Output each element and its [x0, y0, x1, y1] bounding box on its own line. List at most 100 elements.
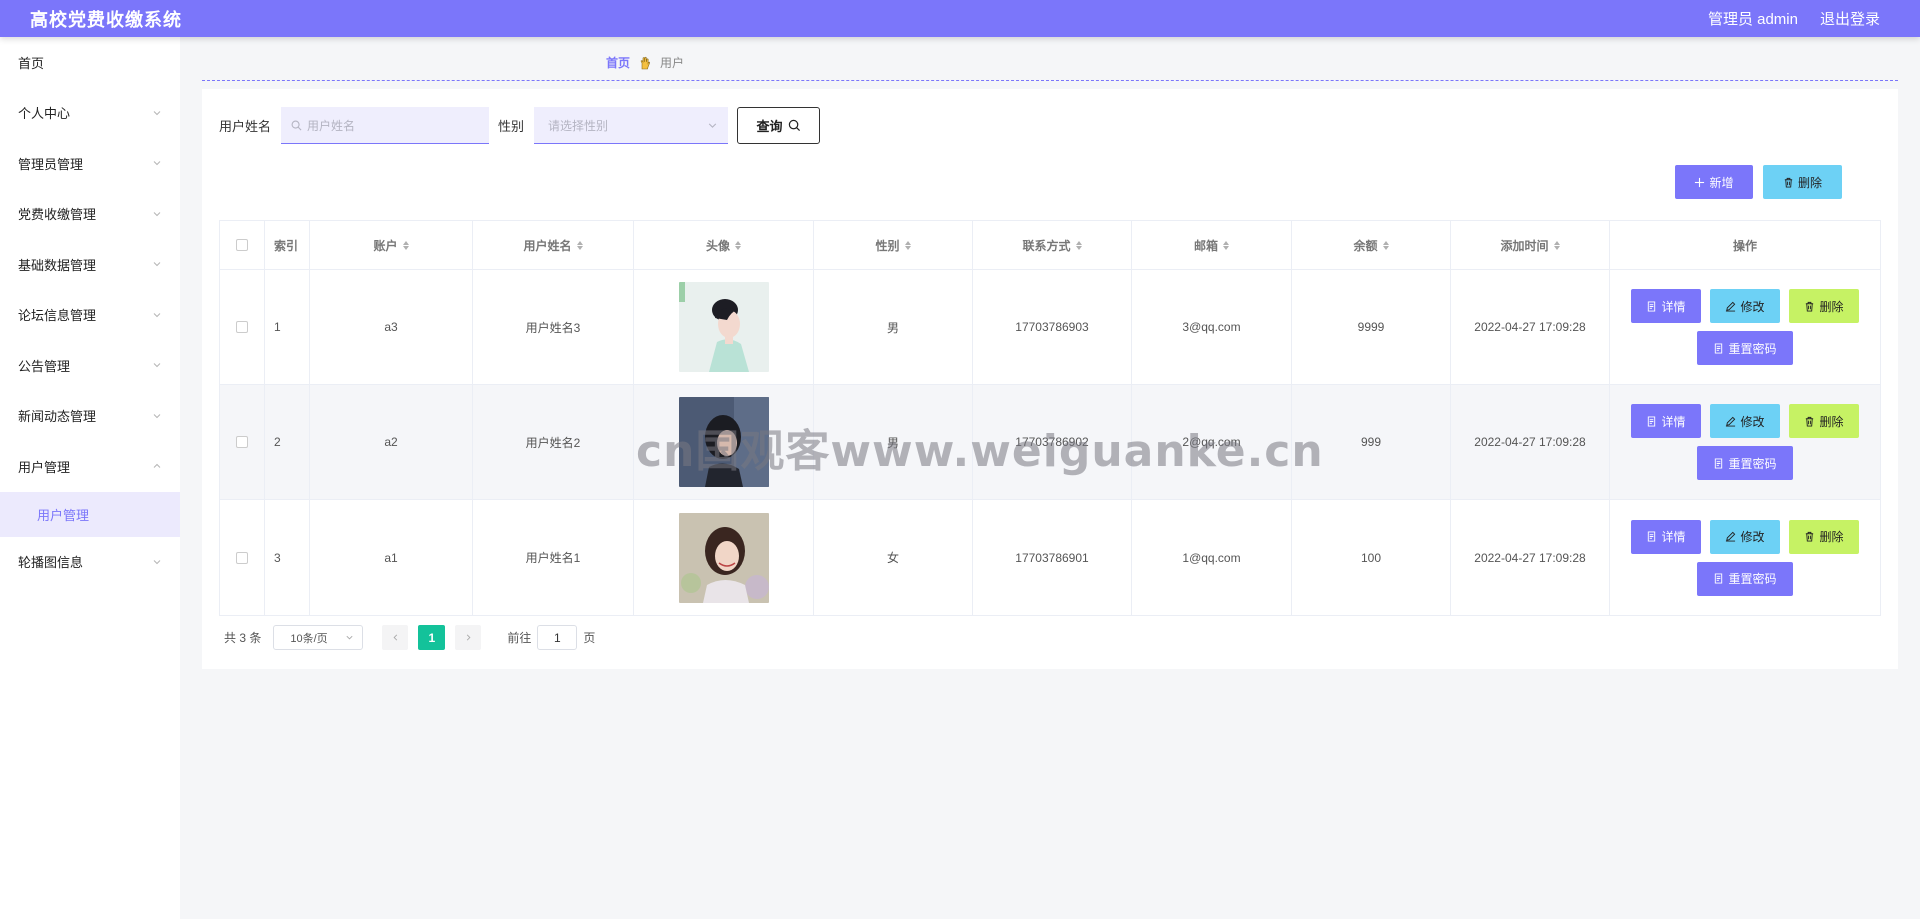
document-icon	[1648, 531, 1656, 542]
detail-button-label: 详情	[1661, 414, 1686, 429]
sort-icon[interactable]	[576, 240, 583, 250]
row-sex: 男	[814, 385, 973, 499]
sort-icon[interactable]	[1075, 240, 1082, 250]
select-all-cell	[220, 221, 265, 269]
col-balance[interactable]: 余额	[1292, 221, 1451, 269]
row-balance: 9999	[1292, 270, 1451, 384]
avatar[interactable]	[678, 512, 769, 603]
table-row: 3 a1 用户姓名1 女 17703786901 1@qq.com 100 20…	[220, 500, 1880, 615]
avatar[interactable]	[678, 282, 769, 372]
row-email: 1@qq.com	[1132, 500, 1292, 615]
select-all-checkbox[interactable]	[236, 239, 248, 251]
delete-button-label: 删除	[1819, 299, 1844, 314]
detail-button-label: 详情	[1661, 299, 1686, 314]
sidebar-item-label: 党费收缴管理	[18, 207, 97, 223]
goto-label: 前往	[507, 631, 532, 645]
delete-button[interactable]: 删除	[1789, 289, 1859, 323]
row-phone: 17703786902	[973, 385, 1132, 499]
col-name[interactable]: 用户姓名	[473, 221, 634, 269]
detail-button[interactable]: 详情	[1631, 289, 1701, 323]
prev-page-button[interactable]	[382, 625, 409, 650]
col-actions-label: 操作	[1732, 238, 1757, 253]
sidebar-subitem-user-management[interactable]: 用户管理	[0, 491, 180, 537]
col-phone[interactable]: 联系方式	[973, 221, 1132, 269]
reset-password-button[interactable]: 重置密码	[1697, 561, 1793, 596]
col-email[interactable]: 邮箱	[1132, 221, 1292, 269]
sex-select[interactable]: 请选择性别	[534, 107, 729, 144]
batch-delete-button[interactable]: 删除	[1763, 165, 1842, 199]
sidebar-item-news[interactable]: 新闻动态管理	[0, 391, 180, 442]
query-button[interactable]: 查询	[737, 107, 821, 144]
sidebar-item-notice[interactable]: 公告管理	[0, 340, 180, 391]
name-search-input[interactable]: 用户姓名	[281, 107, 490, 144]
sort-icon[interactable]	[1553, 240, 1560, 250]
add-button[interactable]: 新增	[1675, 165, 1753, 199]
sort-icon[interactable]	[1382, 240, 1389, 250]
reset-password-button[interactable]: 重置密码	[1697, 331, 1793, 365]
sort-icon[interactable]	[402, 240, 409, 250]
col-name-label: 用户姓名	[523, 238, 572, 253]
trash-icon	[1806, 301, 1814, 312]
col-sex[interactable]: 性别	[814, 221, 973, 269]
row-time: 2022-04-27 17:09:28	[1451, 385, 1610, 499]
search-bar: 用户姓名 用户姓名 性别 请选择性别 查询	[219, 107, 821, 144]
total-count: 共 3 条	[224, 631, 262, 645]
sidebar-item-forum[interactable]: 论坛信息管理	[0, 290, 180, 341]
col-email-label: 邮箱	[1193, 238, 1218, 253]
query-button-label: 查询	[756, 119, 783, 134]
breadcrumb-home[interactable]: 首页	[606, 54, 630, 71]
edit-button[interactable]: 修改	[1710, 289, 1780, 323]
sidebar-item-admin-management[interactable]: 管理员管理	[0, 138, 180, 189]
col-avatar[interactable]: 头像	[634, 221, 814, 269]
sidebar-item-basic-data[interactable]: 基础数据管理	[0, 239, 180, 290]
sidebar-item-label: 公告管理	[18, 358, 71, 374]
sort-icon[interactable]	[735, 240, 741, 250]
pagination: 共 3 条 10条/页 1 前往 1 页	[224, 625, 595, 650]
sidebar-item-personal-center[interactable]: 个人中心	[0, 88, 180, 139]
pencil-icon	[1726, 531, 1736, 542]
page-number[interactable]: 1	[418, 625, 446, 650]
delete-button[interactable]: 删除	[1789, 404, 1859, 438]
row-checkbox[interactable]	[236, 321, 248, 333]
page-size-select[interactable]: 10条/页	[273, 625, 364, 650]
col-account[interactable]: 账户	[310, 221, 473, 269]
row-sex: 男	[814, 270, 973, 384]
edit-button-label: 修改	[1740, 299, 1765, 314]
edit-button[interactable]: 修改	[1710, 404, 1780, 438]
col-time[interactable]: 添加时间	[1451, 221, 1610, 269]
logout-button[interactable]: 退出登录	[1820, 8, 1880, 29]
goto-page-input[interactable]: 1	[537, 625, 578, 650]
reset-password-button[interactable]: 重置密码	[1697, 446, 1793, 480]
sidebar-item-user-management[interactable]: 用户管理	[0, 441, 180, 492]
search-icon	[291, 120, 302, 130]
next-page-button[interactable]	[455, 625, 482, 650]
chevron-down-icon	[152, 158, 162, 168]
col-sex-label: 性别	[875, 238, 900, 253]
row-name: 用户姓名2	[473, 385, 634, 499]
pencil-icon	[1726, 301, 1736, 312]
col-phone-label: 联系方式	[1022, 238, 1071, 253]
sort-icon[interactable]	[904, 240, 911, 250]
detail-button[interactable]: 详情	[1631, 519, 1701, 554]
trash-icon	[1784, 177, 1793, 188]
detail-button[interactable]: 详情	[1631, 404, 1701, 438]
row-actions: 详情 修改 删除 重置密码	[1610, 500, 1880, 615]
sidebar-item-carousel[interactable]: 轮播图信息	[0, 537, 180, 588]
edit-button[interactable]: 修改	[1710, 519, 1780, 554]
row-balance: 999	[1292, 385, 1451, 499]
delete-button[interactable]: 删除	[1789, 519, 1859, 554]
chevron-down-icon	[152, 108, 162, 118]
avatar[interactable]	[678, 397, 769, 487]
col-account-label: 账户	[373, 238, 398, 253]
sidebar-item-home[interactable]: 首页	[0, 37, 180, 88]
row-account: a2	[310, 385, 473, 499]
row-checkbox[interactable]	[236, 436, 248, 448]
sort-icon[interactable]	[1223, 240, 1229, 250]
chevron-down-icon	[346, 635, 353, 640]
row-account: a3	[310, 270, 473, 384]
row-select-cell	[220, 270, 265, 384]
sidebar-item-fee-management[interactable]: 党费收缴管理	[0, 189, 180, 240]
admin-label[interactable]: 管理员 admin	[1708, 8, 1798, 29]
row-checkbox[interactable]	[236, 551, 248, 564]
table-row: 2 a2 用户姓名2 男 17703786902 2@qq.com 999 20…	[220, 385, 1880, 500]
